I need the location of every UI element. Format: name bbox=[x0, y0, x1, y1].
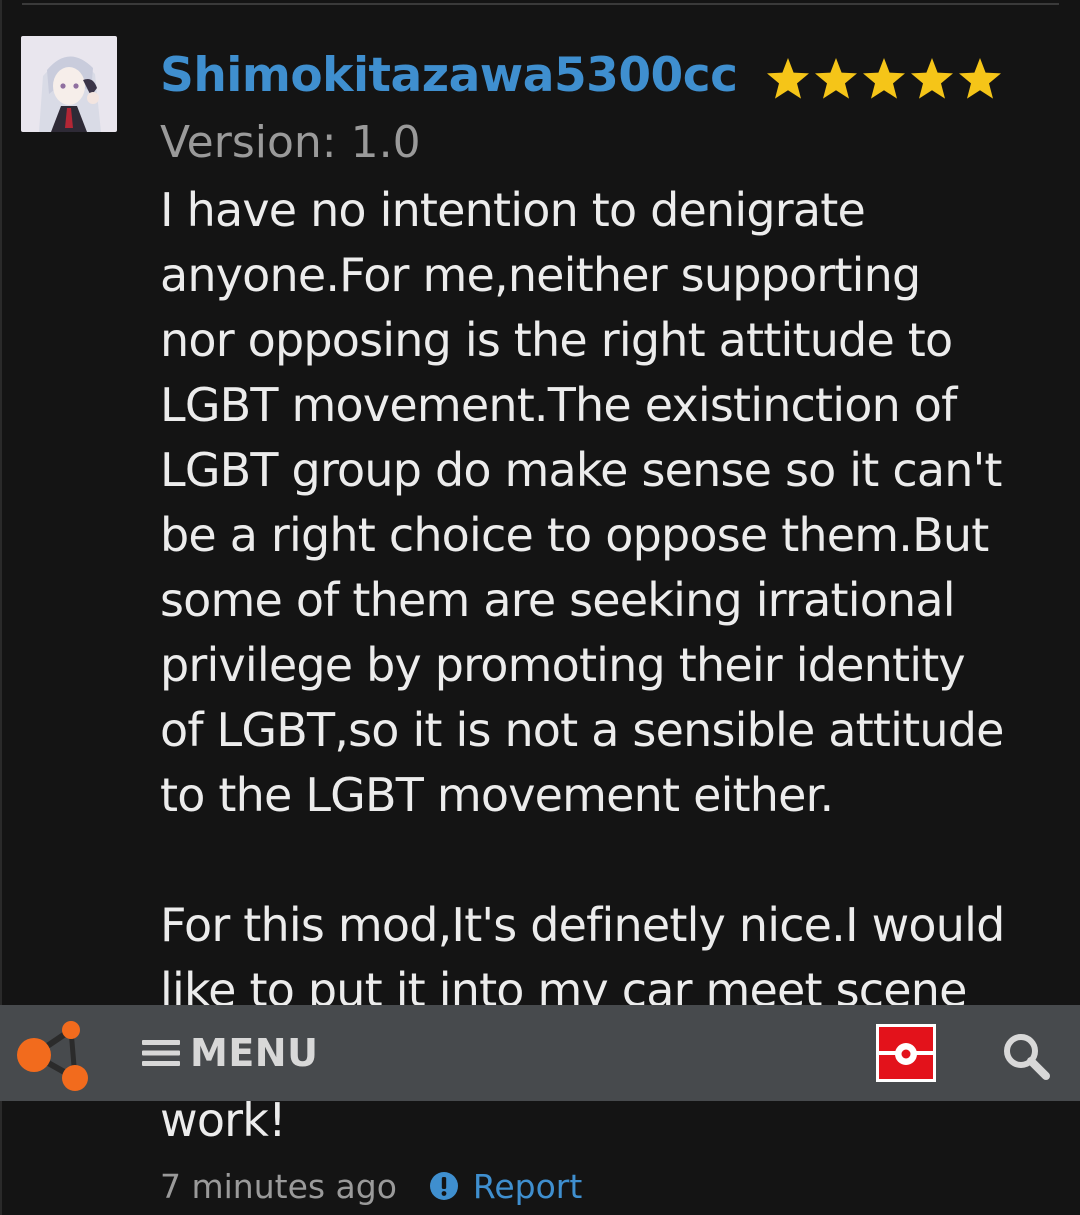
review-text-line: For this mod,It's definetly nice.I would bbox=[160, 898, 1005, 952]
search-icon[interactable] bbox=[1001, 1031, 1051, 1081]
review-text-line: anyone.For me,neither supporting bbox=[160, 248, 921, 302]
review-text-line: LGBT movement.The existinction of bbox=[160, 378, 957, 432]
star-icon bbox=[911, 58, 954, 99]
menu-label: MENU bbox=[190, 1031, 319, 1075]
review-timestamp: 7 minutes ago bbox=[160, 1166, 397, 1206]
review-text-line: be a right choice to oppose them.But bbox=[160, 508, 989, 562]
review-text-line: I have no intention to denigrate bbox=[160, 183, 866, 237]
user-avatar[interactable] bbox=[21, 36, 117, 132]
section-divider bbox=[22, 3, 1059, 5]
version-label: Version: 1.0 bbox=[160, 117, 421, 168]
review-text-line: privilege by promoting their identity bbox=[160, 638, 966, 692]
avatar-image bbox=[21, 36, 117, 132]
username-link[interactable]: Shimokitazawa5300cc bbox=[160, 48, 738, 103]
hamburger-icon bbox=[142, 1040, 180, 1066]
review-text-line bbox=[160, 828, 1060, 893]
review-text-line: some of them are seeking irrational bbox=[160, 573, 956, 627]
star-icon bbox=[815, 58, 858, 99]
review-text-line: of LGBT,so it is not a sensible attitude bbox=[160, 703, 1004, 757]
site-logo-icon[interactable] bbox=[14, 1017, 94, 1093]
review-text-line: nor opposing is the right attitude to bbox=[160, 313, 953, 367]
review-text-line: LGBT group do make sense so it can't bbox=[160, 443, 1002, 497]
review-item: Shimokitazawa5300cc Version: 1.0 I have … bbox=[160, 44, 1060, 1023]
review-header: Shimokitazawa5300cc bbox=[160, 44, 1060, 106]
report-button[interactable]: Report bbox=[429, 1167, 582, 1206]
menu-button[interactable]: MENU bbox=[142, 1025, 318, 1081]
review-text-line: to the LGBT movement either. bbox=[160, 768, 834, 822]
star-icon bbox=[959, 58, 1002, 99]
report-label: Report bbox=[472, 1166, 583, 1206]
alert-icon bbox=[429, 1172, 458, 1200]
star-rating bbox=[765, 56, 1005, 102]
bottom-navigation-bar: MENU bbox=[0, 1005, 1080, 1101]
review-text: I have no intention to denigrate anyone.F… bbox=[160, 178, 1060, 1023]
notification-icon[interactable] bbox=[876, 1024, 936, 1082]
star-icon bbox=[767, 58, 810, 99]
review-footer: 7 minutes ago Report bbox=[160, 1163, 582, 1209]
star-icon bbox=[863, 58, 906, 99]
